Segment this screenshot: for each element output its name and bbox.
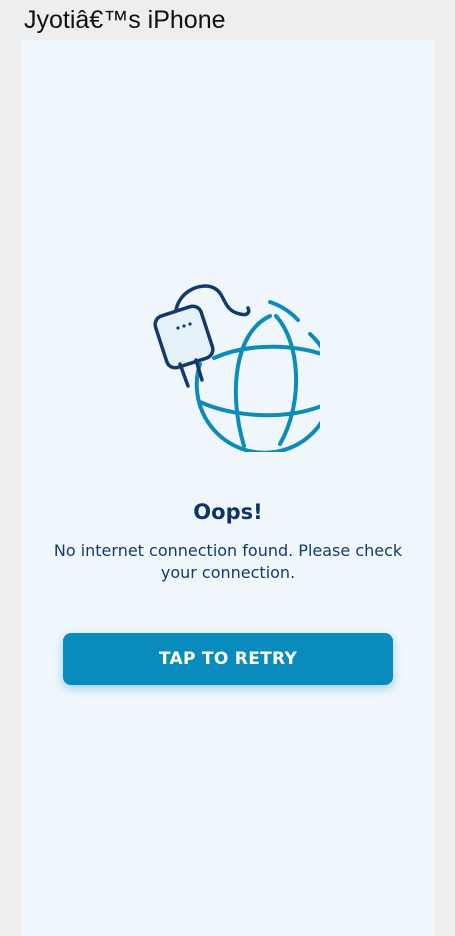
plug-body (153, 304, 215, 370)
unplugged-globe-icon (140, 282, 336, 455)
retry-button[interactable]: TAP TO RETRY (63, 633, 393, 685)
globe-outline-gap (268, 300, 300, 322)
plug-prong-left (178, 362, 190, 388)
globe-meridian-left (233, 314, 272, 448)
globe-parallel-top (212, 344, 334, 360)
globe-parallel-bottom (198, 398, 336, 418)
error-message: No internet connection found. Please che… (53, 541, 403, 582)
globe-meridian-right (274, 314, 298, 446)
globe-outline (194, 332, 335, 455)
phone-screen: Oops! No internet connection found. Plea… (22, 40, 434, 936)
window-title: Jyotiâ€™s iPhone (24, 6, 226, 34)
error-title: Oops! (193, 500, 263, 524)
